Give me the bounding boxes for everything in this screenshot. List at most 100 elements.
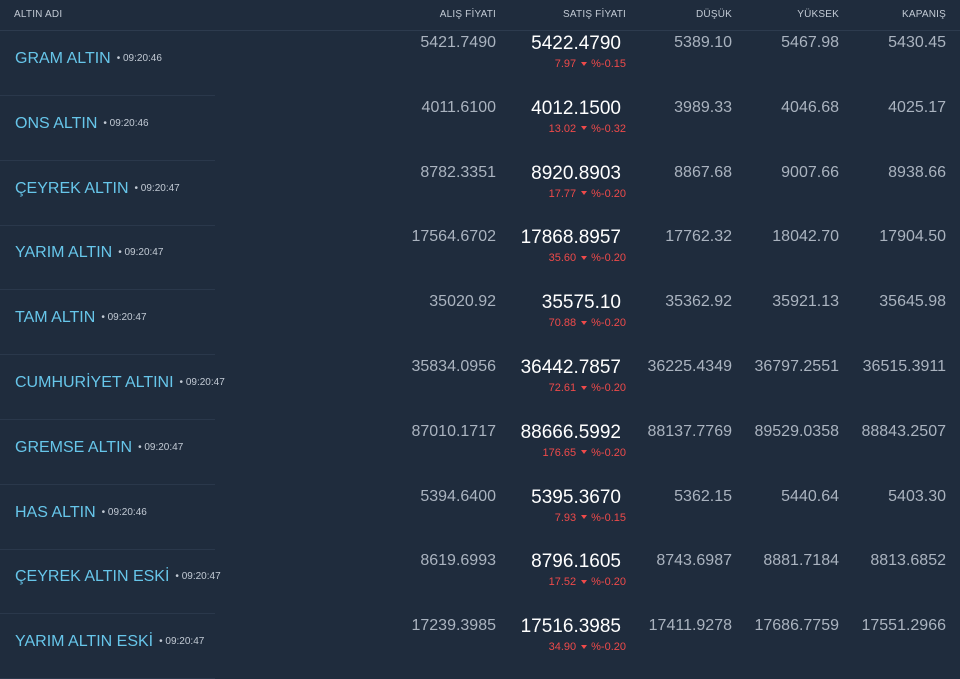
table-row[interactable]: YARIM ALTIN • 09:20:47 17564.6702 17868.8… [0, 225, 960, 291]
update-time: • 09:20:46 [101, 506, 147, 518]
change-amount: 17.52 [548, 576, 577, 589]
table-row[interactable]: GREMSE ALTIN • 09:20:47 87010.1717 88666.… [0, 420, 960, 485]
price-change: 34.90 %-0.20 [549, 641, 626, 653]
close-price: 8813.6852 [870, 552, 946, 570]
update-time: • 09:20:47 [179, 377, 225, 388]
close-price: 36515.3911 [862, 358, 946, 375]
caret-down-icon [581, 579, 588, 584]
gold-name-link[interactable]: ÇEYREK ALTIN • 09:20:47 [15, 180, 180, 198]
buy-price: 17564.6702 [411, 228, 496, 246]
gold-name-link[interactable]: CUMHURİYET ALTINI • 09:20:47 [15, 374, 225, 392]
close-price: 4025.17 [888, 98, 946, 116]
buy-price: 35020.92 [429, 293, 496, 311]
close-price: 5430.45 [888, 34, 946, 51]
buy-price: 5421.7490 [420, 34, 496, 51]
caret-down-icon [581, 61, 588, 66]
sell-price: 4012.1500 [531, 97, 621, 119]
table-row[interactable]: ÇEYREK ALTIN ESKİ • 09:20:47 8619.6993 87… [0, 549, 960, 615]
high-price: 17686.7759 [754, 617, 839, 635]
table-row[interactable]: ONS ALTIN • 09:20:46 4011.6100 4012.1500 … [0, 96, 960, 161]
change-percent: %-0.20 [591, 576, 626, 589]
change-percent: %-0.20 [591, 446, 626, 459]
table-row[interactable]: HAS ALTIN • 09:20:46 5394.6400 5395.3670 … [0, 485, 960, 550]
price-change: 70.88 %-0.20 [549, 317, 626, 329]
gold-name-link[interactable]: YARIM ALTIN ESKİ • 09:20:47 [15, 633, 204, 651]
column-header-low[interactable]: DÜŞÜK [696, 9, 732, 20]
change-amount: 35.60 [548, 252, 577, 265]
close-price: 35645.98 [879, 293, 946, 311]
sell-price: 5422.4790 [531, 33, 621, 54]
low-price: 88137.7769 [647, 422, 732, 440]
update-time: • 09:20:47 [101, 312, 147, 324]
gold-name-link[interactable]: HAS ALTIN • 09:20:46 [15, 504, 147, 522]
change-amount: 13.02 [548, 122, 577, 135]
change-amount: 7.97 [554, 58, 577, 70]
sell-price: 5395.3670 [531, 486, 621, 508]
price-change: 7.97 %-0.15 [555, 58, 626, 70]
low-price: 5362.15 [674, 487, 732, 505]
column-header-name[interactable]: ALTIN ADI [14, 9, 62, 20]
gold-name-link[interactable]: ONS ALTIN • 09:20:46 [15, 115, 149, 133]
change-amount: 7.93 [554, 511, 577, 524]
change-amount: 34.90 [548, 641, 577, 654]
gold-name[interactable]: ÇEYREK ALTIN ESKİ [15, 568, 169, 585]
table-row[interactable]: ÇEYREK ALTIN • 09:20:47 8782.3351 8920.89… [0, 161, 960, 226]
update-time: • 09:20:47 [175, 571, 221, 583]
gold-name[interactable]: ÇEYREK ALTIN [15, 180, 129, 197]
change-percent: %-0.20 [591, 641, 626, 654]
price-change: 7.93 %-0.15 [555, 512, 626, 524]
low-price: 17762.32 [665, 228, 732, 246]
low-price: 5389.10 [674, 34, 732, 51]
column-header-sell[interactable]: SATIŞ FİYATI [563, 9, 626, 20]
column-header-close[interactable]: KAPANIŞ [902, 9, 946, 20]
gold-name-link[interactable]: YARIM ALTIN • 09:20:47 [15, 244, 163, 262]
high-price: 5440.64 [781, 487, 839, 505]
high-price: 18042.70 [772, 228, 839, 246]
high-price: 36797.2551 [754, 358, 839, 375]
sell-price: 8796.1605 [531, 551, 621, 573]
gold-name[interactable]: TAM ALTIN [15, 309, 95, 326]
caret-down-icon [581, 450, 588, 455]
change-percent: %-0.15 [591, 58, 626, 70]
gold-name-link[interactable]: TAM ALTIN • 09:20:47 [15, 309, 147, 327]
buy-price: 5394.6400 [420, 487, 496, 505]
gold-name[interactable]: GRAM ALTIN [15, 50, 111, 67]
caret-down-icon [581, 191, 588, 196]
caret-down-icon [581, 515, 588, 520]
gold-name-link[interactable]: GREMSE ALTIN • 09:20:47 [15, 439, 183, 457]
sell-price: 8920.8903 [531, 162, 621, 184]
low-price: 36225.4349 [647, 358, 732, 375]
table-row[interactable]: CUMHURİYET ALTINI • 09:20:47 35834.0956 3… [0, 355, 960, 420]
update-time: • 09:20:47 [134, 182, 180, 194]
update-time: • 09:20:46 [103, 117, 149, 129]
price-change: 17.77 %-0.20 [549, 188, 626, 200]
change-percent: %-0.20 [591, 317, 626, 330]
table-row[interactable]: YARIM ALTIN ESKİ • 09:20:47 17239.3985 17… [0, 614, 960, 679]
gold-name[interactable]: CUMHURİYET ALTINI [15, 374, 174, 391]
change-amount: 70.88 [548, 317, 577, 330]
low-price: 35362.92 [665, 293, 732, 311]
gold-name[interactable]: YARIM ALTIN ESKİ [15, 633, 153, 650]
gold-name[interactable]: ONS ALTIN [15, 115, 97, 132]
price-change: 35.60 %-0.20 [549, 252, 626, 264]
change-percent: %-0.32 [591, 122, 626, 135]
gold-name-link[interactable]: GRAM ALTIN • 09:20:46 [15, 50, 162, 68]
table-row[interactable]: GRAM ALTIN • 09:20:46 5421.7490 5422.4790… [0, 31, 960, 96]
table-row[interactable]: TAM ALTIN • 09:20:47 35020.92 35575.10 70… [0, 290, 960, 356]
column-header-buy[interactable]: ALIŞ FİYATI [440, 9, 496, 20]
buy-price: 87010.1717 [411, 422, 496, 440]
gold-name[interactable]: YARIM ALTIN [15, 244, 112, 261]
sell-price: 36442.7857 [520, 357, 621, 378]
price-change: 176.65 %-0.20 [542, 447, 626, 459]
change-percent: %-0.20 [591, 382, 626, 394]
close-price: 88843.2507 [861, 422, 946, 440]
price-change: 17.52 %-0.20 [549, 576, 626, 588]
gold-name-link[interactable]: ÇEYREK ALTIN ESKİ • 09:20:47 [15, 568, 221, 586]
column-header-high[interactable]: YÜKSEK [797, 9, 839, 20]
caret-down-icon [581, 126, 588, 131]
gold-name[interactable]: GREMSE ALTIN [15, 439, 132, 456]
gold-name[interactable]: HAS ALTIN [15, 504, 96, 521]
change-percent: %-0.20 [591, 187, 626, 200]
change-amount: 17.77 [548, 187, 577, 200]
buy-price: 8619.6993 [420, 552, 496, 570]
